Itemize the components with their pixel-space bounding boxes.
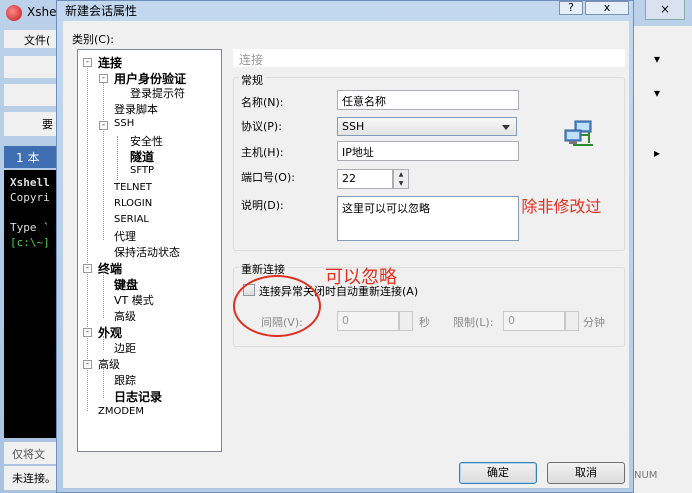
host-label: 主机(H): [241,146,284,159]
port-label: 端口号(O): [241,171,295,184]
compose-bar-label: 仅将文 [12,448,45,461]
category-tree[interactable]: - 连接 - 用户身份验证 登录提示符 登录脚本 - SSH 安全性 隧道 SF… [77,49,222,452]
arrow-up-icon[interactable]: ▲ [394,170,408,179]
close-button[interactable]: x [585,1,629,15]
tree-item-security[interactable]: 安全性 [130,133,163,149]
chevron-down-icon[interactable]: ▾ [654,86,660,100]
session-properties-dialog: 新建会话属性 ? x 类别(C): - 连接 - 用户身份验证 登录提示符 登录… [56,0,634,493]
chevron-down-icon [502,125,510,130]
terminal-line: Copyri [10,191,50,204]
num-lock-indicator: NUM [634,470,658,481]
main-close-button[interactable]: × [645,0,685,20]
toolbar-label: 要 [42,118,53,131]
host-field[interactable]: IP地址 [337,141,519,161]
address-bar[interactable] [4,84,56,106]
tree-item-logging[interactable]: 日志记录 [114,388,162,405]
toolbar-row[interactable]: 要 [4,112,56,136]
terminal-line: Xshell [10,176,50,189]
file-menu-label: 文件( [24,34,51,47]
limit-field[interactable]: 0 [503,311,565,331]
file-menu[interactable]: 文件( [4,30,56,48]
interval-label: 间隔(V): [261,316,303,329]
dialog-body: 类别(C): - 连接 - 用户身份验证 登录提示符 登录脚本 - SSH 安全… [63,21,629,488]
protocol-value: SSH [342,120,365,133]
name-field[interactable]: 任意名称 [337,90,519,110]
terminal-prompt: [c:\~] [10,236,50,249]
reconnect-annotation: 可以忽略 [325,267,397,288]
session-tab[interactable]: 1 本 [4,146,56,168]
tree-item-terminal[interactable]: 终端 [98,260,122,277]
tree-item-vt-mode[interactable]: VT 模式 [114,292,154,308]
compose-bar[interactable]: 仅将文 [4,442,56,464]
help-button[interactable]: ? [559,1,583,15]
collapse-icon[interactable]: - [83,58,92,67]
network-icon [564,120,593,146]
new-session-toolbar-button[interactable] [4,56,56,78]
collapse-icon[interactable]: - [99,121,108,130]
ok-button[interactable]: 确定 [459,462,537,484]
category-label: 类别(C): [72,33,114,46]
dialog-title: 新建会话属性 [65,4,138,18]
minutes-label: 分钟 [583,316,605,329]
tree-item-login-prompt[interactable]: 登录提示符 [130,85,185,101]
description-field[interactable]: 这里可以可以忽略 [337,196,519,241]
collapse-icon[interactable]: - [99,74,108,83]
tree-item-sftp[interactable]: SFTP [130,165,154,176]
collapse-icon[interactable]: - [83,360,92,369]
port-stepper[interactable]: ▲ ▼ [393,169,409,189]
tree-item-keepalive[interactable]: 保持活动状态 [114,244,180,260]
cancel-button[interactable]: 取消 [547,462,625,484]
tree-item-keyboard[interactable]: 键盘 [114,276,138,293]
port-field[interactable]: 22 [337,169,393,189]
collapse-icon[interactable]: - [83,264,92,273]
interval-field[interactable]: 0 [337,311,399,331]
tree-item-terminal-advanced[interactable]: 高级 [114,308,136,324]
description-label: 说明(D): [241,199,284,212]
tree-item-ssh[interactable]: SSH [114,118,134,129]
xshell-logo-icon [6,5,22,21]
arrow-down-icon[interactable]: ▼ [394,179,408,188]
tree-item-serial[interactable]: SERIAL [114,214,149,225]
session-tab-label: 1 本 [16,151,40,165]
protocol-select[interactable]: SSH [337,117,517,136]
section-header: 连接 [233,49,625,67]
seconds-label: 秒 [419,316,430,329]
tree-item-appearance[interactable]: 外观 [98,324,122,341]
chevron-right-icon[interactable]: ▸ [654,146,660,160]
tree-item-advanced[interactable]: 高级 [98,356,120,372]
main-window-title: Xshe [27,5,57,19]
limit-stepper[interactable] [565,311,579,331]
tree-item-margins[interactable]: 边距 [114,340,136,356]
tree-item-trace[interactable]: 跟踪 [114,372,136,388]
tree-item-rlogin[interactable]: RLOGIN [114,198,152,209]
section-header-label: 连接 [239,53,264,67]
terminal-area[interactable]: Xshell Copyri Type ` [c:\~] [4,170,56,438]
general-group-label: 常规 [239,72,265,88]
collapse-icon[interactable]: - [83,328,92,337]
tree-item-connection[interactable]: 连接 [98,54,122,71]
tree-item-telnet[interactable]: TELNET [114,182,152,193]
tree-item-tunnel[interactable]: 隧道 [130,148,154,165]
protocol-label: 协议(P): [241,120,282,133]
chevron-down-icon[interactable]: ▾ [654,52,660,66]
tree-item-zmodem[interactable]: ZMODEM [98,406,144,417]
main-right-panel: ▾ ▾ ▸ [634,26,692,493]
limit-label: 限制(L): [453,316,494,329]
tree-item-proxy[interactable]: 代理 [114,228,136,244]
status-bar: 未连接。 [4,466,56,490]
tree-item-login-script[interactable]: 登录脚本 [114,101,158,117]
interval-stepper[interactable] [399,311,413,331]
terminal-line: Type ` [10,221,50,234]
name-label: 名称(N): [241,96,284,109]
status-text: 未连接。 [12,472,56,485]
